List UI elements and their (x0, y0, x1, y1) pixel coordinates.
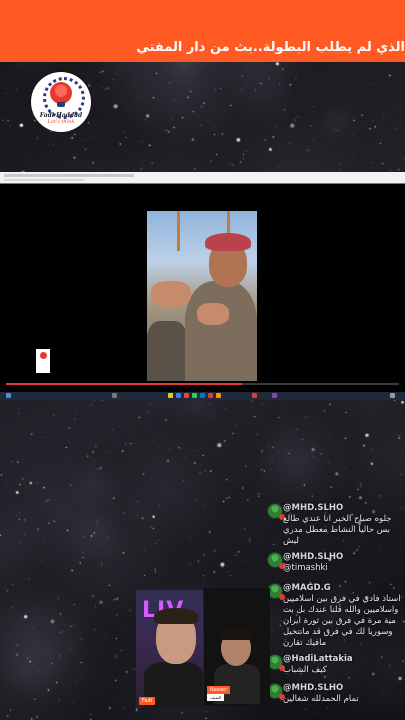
search-icon[interactable] (112, 393, 117, 398)
address-bar[interactable] (4, 174, 134, 177)
chat-text: تمام الحمدلله شغالين (283, 694, 359, 704)
browser-toolbar (0, 172, 405, 183)
guest-webcam: Nasser الضيف (204, 588, 270, 706)
edge-icon[interactable] (176, 393, 181, 398)
chat-text: @timashki (283, 563, 328, 573)
user-avatar[interactable] (267, 552, 285, 569)
lightbulb-icon (50, 81, 72, 107)
watermark-logo (36, 349, 50, 373)
app-icon[interactable] (216, 393, 221, 398)
video-progress-bar[interactable] (6, 383, 399, 385)
chat-username[interactable]: @MHD.SLHO (283, 683, 343, 693)
video-person-hand (197, 303, 229, 325)
video-progress-fill (6, 383, 242, 385)
logo-tagline: Let's think (47, 118, 75, 125)
video-scene-pole (177, 211, 180, 251)
chat-username[interactable]: @HadiLattakia (283, 654, 353, 664)
news-ticker: الذي لم يطلب البطولة..بث من دار المفتي (0, 40, 405, 60)
toolbar-divider (0, 183, 405, 184)
video-scene-crowd (147, 321, 187, 381)
host-webcam: LIV Fadi (136, 590, 203, 708)
os-taskbar (0, 392, 405, 400)
guest-name-tag: Nasser (207, 686, 231, 694)
chat-text: كيف الشباب (283, 665, 327, 675)
folder-icon[interactable] (168, 393, 173, 398)
mail-icon[interactable] (200, 393, 205, 398)
whatsapp-icon[interactable] (192, 393, 197, 398)
video-person-body (185, 281, 257, 381)
chrome-icon[interactable] (184, 393, 189, 398)
shared-screen (0, 172, 405, 400)
host-hair (154, 608, 198, 624)
chat-username[interactable]: @MHD.SLHO (283, 552, 343, 562)
video-person-headscarf (205, 233, 251, 251)
chat-username[interactable]: @MAGD.G (283, 583, 331, 593)
start-icon[interactable] (6, 393, 11, 398)
obs-icon[interactable] (272, 393, 277, 398)
chat-username[interactable]: @MHD.SLHO (283, 503, 343, 513)
record-icon[interactable] (252, 393, 257, 398)
bookmarks-bar (4, 179, 84, 181)
chat-text: جلوه صباح الخير انا عندي طالع بس حالياً … (283, 514, 392, 546)
guest-hair (220, 628, 252, 640)
youtube-icon[interactable] (208, 393, 213, 398)
channel-logo: Fadi Haddad Let's think (31, 72, 91, 132)
ticker-text: الذي لم يطلب البطولة..بث من دار المفتي (136, 40, 405, 55)
chat-text: استاذ فادي في فرق بين اسلاميين واسلاميين… (283, 594, 401, 648)
video-person-hand (151, 281, 191, 307)
user-avatar[interactable] (267, 503, 285, 520)
guest-role-tag: الضيف (207, 694, 225, 701)
video-player[interactable] (147, 211, 257, 381)
host-name-tag: Fadi (139, 697, 156, 705)
clock-icon (390, 393, 395, 398)
